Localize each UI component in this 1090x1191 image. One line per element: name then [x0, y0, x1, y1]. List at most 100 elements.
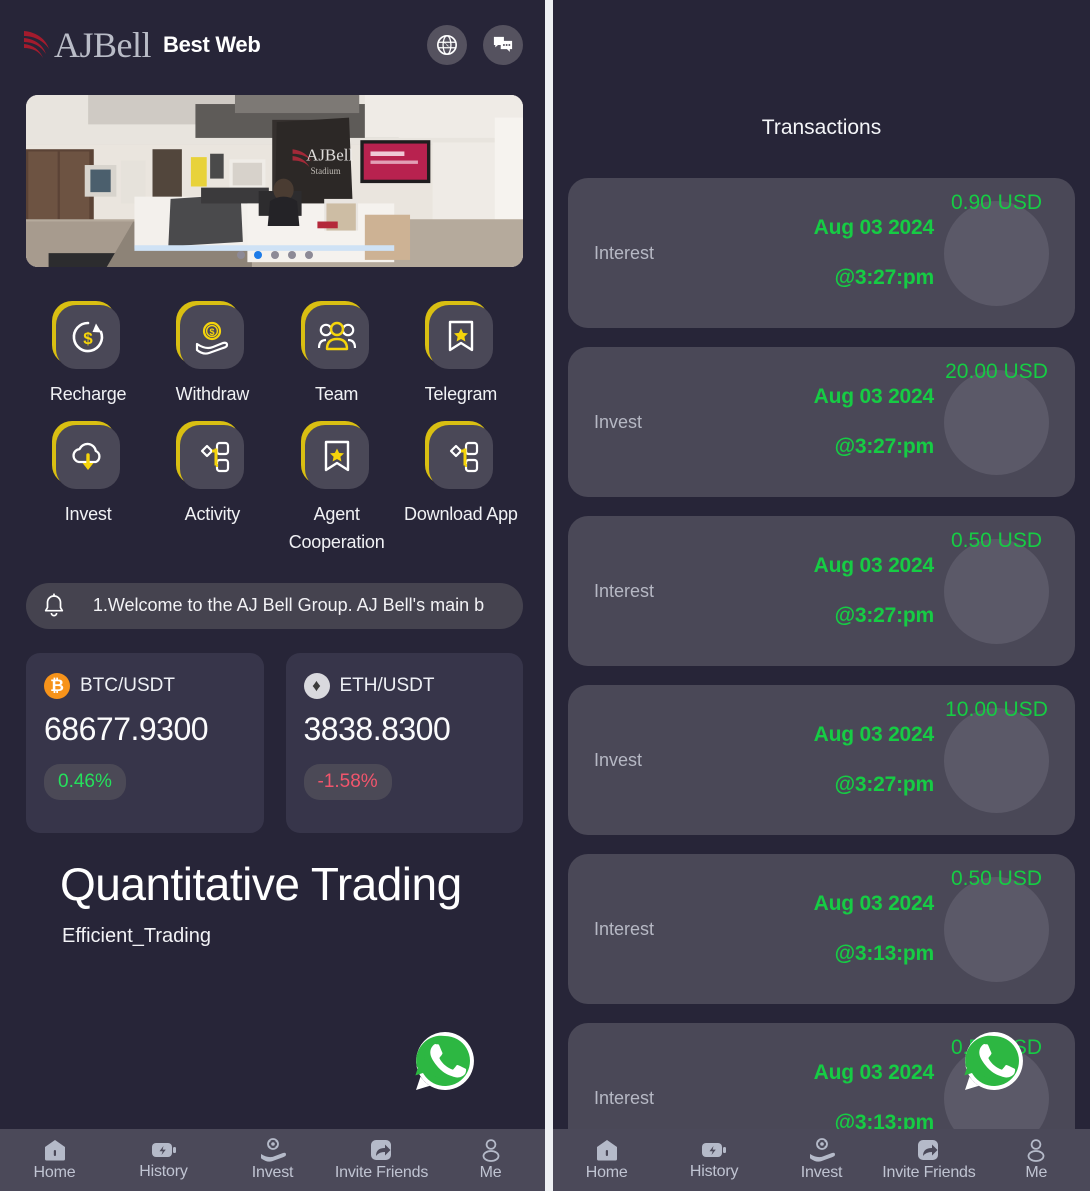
announcement-bar[interactable]: 1.Welcome to the AJ Bell Group. AJ Bell'…: [26, 582, 523, 629]
transaction-date: Aug 03 2024: [813, 554, 935, 577]
amount-circle: [944, 369, 1049, 475]
support-chat-button[interactable]: [483, 25, 523, 65]
carousel-dot[interactable]: [304, 251, 313, 259]
home-panel: AJBell Best Web AJBell Stadium $ Recharg…: [0, 0, 545, 1191]
transaction-amount-wrap: 10.00 USD: [944, 698, 1049, 813]
nav-item-history[interactable]: History: [660, 1139, 767, 1181]
svg-text:$: $: [83, 329, 93, 348]
crypto-head: ₿ BTC/USDT: [44, 672, 246, 699]
crypto-ticker-row: ₿ BTC/USDT 68677.9300 0.46% ♦ ETH/USDT 3…: [26, 652, 523, 833]
menu-item-invest[interactable]: Invest: [26, 415, 150, 557]
icon-face: $: [56, 305, 121, 369]
menu-label: Download App: [404, 503, 518, 524]
nav-item-history[interactable]: History: [109, 1139, 218, 1181]
menu-item-agent-cooperation[interactable]: Agent Cooperation: [275, 415, 399, 557]
brand-logo: AJBell Best Web: [22, 24, 261, 66]
transaction-row[interactable]: Invest Aug 03 2024 @3:27:pm 10.00 USD: [568, 685, 1075, 835]
history-icon: [702, 1143, 727, 1157]
brand-suffix: Best Web: [163, 32, 261, 57]
nav-label: Invite Friends: [882, 1164, 976, 1181]
menu-label: Withdraw: [175, 384, 250, 404]
transaction-amount-wrap: 20.00 USD: [944, 360, 1049, 475]
menu-item-activity[interactable]: Activity: [150, 415, 274, 557]
transactions-list: Interest Aug 03 2024 @3:27:pm 0.90 USD I…: [553, 178, 1090, 1173]
recharge-icon: $: [72, 321, 104, 353]
carousel-dot-active[interactable]: [253, 251, 262, 259]
nav-item-me[interactable]: Me: [436, 1138, 545, 1182]
menu-item-team[interactable]: Team: [275, 295, 399, 409]
transaction-date: Aug 03 2024: [813, 385, 935, 408]
hero-section: Quantitative Trading Efficient_Trading: [0, 857, 545, 948]
invest-icon: [260, 1138, 286, 1162]
telegram-icon-box: [424, 301, 493, 369]
quick-actions-grid: $ Recharge $ Withdraw Team Telegram Inve…: [26, 295, 523, 557]
nav-label: Home: [33, 1164, 76, 1181]
transactions-panel: Transactions Interest Aug 03 2024 @3:27:…: [553, 0, 1090, 1191]
icon-face: [56, 424, 121, 489]
withdraw-icon: $: [196, 321, 229, 355]
transaction-date: Aug 03 2024: [813, 723, 935, 746]
nav-item-invest[interactable]: Invest: [768, 1138, 875, 1182]
transaction-type: Invest: [594, 749, 643, 770]
transactions-title: Transactions: [761, 116, 882, 139]
nav-item-invite-friends[interactable]: Invite Friends: [327, 1138, 436, 1182]
nav-item-home[interactable]: Home: [553, 1138, 660, 1182]
ajbell-swoosh-icon: [24, 31, 49, 58]
transaction-row[interactable]: Interest Aug 03 2024 @3:13:pm 0.50 USD: [568, 854, 1075, 1004]
nav-item-home[interactable]: Home: [0, 1138, 109, 1182]
transaction-time: @3:27:pm: [834, 604, 935, 627]
transaction-date: Aug 03 2024: [813, 216, 935, 239]
menu-label: Invest: [64, 503, 112, 524]
announcement-text: 1.Welcome to the AJ Bell Group. AJ Bell'…: [92, 595, 485, 616]
svg-text:Stadium: Stadium: [311, 166, 341, 176]
carousel-dot[interactable]: [236, 251, 245, 259]
icon-face: [304, 305, 369, 369]
transaction-amount: 20.00 USD: [945, 359, 1048, 383]
whatsapp-icon: [415, 1032, 474, 1090]
crypto-change-badge: 0.46%: [44, 763, 126, 800]
transaction-row[interactable]: Interest Aug 03 2024 @3:27:pm 0.90 USD: [568, 178, 1075, 328]
home-icon: [44, 1140, 65, 1161]
amount-circle: [944, 876, 1049, 982]
transaction-date: Aug 03 2024: [813, 1061, 935, 1084]
nav-label: Home: [585, 1164, 628, 1181]
whatsapp-fab[interactable]: [961, 1028, 1027, 1094]
transaction-row[interactable]: Interest Aug 03 2024 @3:27:pm 0.50 USD: [568, 516, 1075, 666]
menu-item-telegram[interactable]: Telegram: [399, 295, 523, 409]
nav-item-me[interactable]: Me: [983, 1138, 1090, 1182]
menu-label: Team: [315, 384, 359, 404]
activity-icon-box: [176, 420, 245, 489]
transaction-type: Interest: [594, 918, 655, 939]
transaction-date: Aug 03 2024: [813, 892, 935, 915]
menu-label: Activity: [184, 503, 241, 524]
language-button[interactable]: [427, 25, 467, 65]
transaction-when: Aug 03 2024 @3:27:pm: [813, 216, 935, 290]
banner-image: AJBell Stadium: [26, 95, 523, 267]
brand-name: AJBell: [54, 25, 152, 65]
crypto-pair: BTC/USDT: [80, 674, 175, 696]
carousel-dot[interactable]: [287, 251, 296, 259]
amount-circle: [944, 538, 1049, 644]
banner-carousel[interactable]: AJBell Stadium: [26, 95, 523, 267]
menu-item-recharge[interactable]: $ Recharge: [26, 295, 150, 409]
carousel-dots[interactable]: [26, 251, 523, 259]
telegram-icon: [448, 320, 474, 352]
nav-label: Me: [1025, 1164, 1048, 1181]
crypto-card-btc[interactable]: ₿ BTC/USDT 68677.9300 0.46%: [26, 652, 264, 833]
menu-label: Agent Cooperation: [288, 503, 385, 552]
whatsapp-icon: [964, 1032, 1023, 1090]
nav-label: Invest: [800, 1164, 843, 1181]
recharge-icon-box: $: [52, 301, 121, 369]
carousel-dot[interactable]: [270, 251, 279, 259]
bottom-nav-home: Home History Invest Invite Friends Me: [0, 1129, 545, 1191]
amount-circle: [944, 707, 1049, 813]
menu-item-withdraw[interactable]: $ Withdraw: [150, 295, 274, 409]
crypto-card-eth[interactable]: ♦ ETH/USDT 3838.8300 -1.58%: [285, 652, 523, 833]
transaction-row[interactable]: Invest Aug 03 2024 @3:27:pm 20.00 USD: [568, 347, 1075, 497]
whatsapp-fab[interactable]: [412, 1028, 478, 1094]
nav-item-invite-friends[interactable]: Invite Friends: [875, 1138, 982, 1182]
header-actions: [427, 25, 523, 65]
nav-item-invest[interactable]: Invest: [218, 1138, 327, 1182]
app-screen: AJBell Best Web AJBell Stadium $ Recharg…: [0, 0, 1090, 1191]
menu-item-download-app[interactable]: Download App: [399, 415, 523, 557]
